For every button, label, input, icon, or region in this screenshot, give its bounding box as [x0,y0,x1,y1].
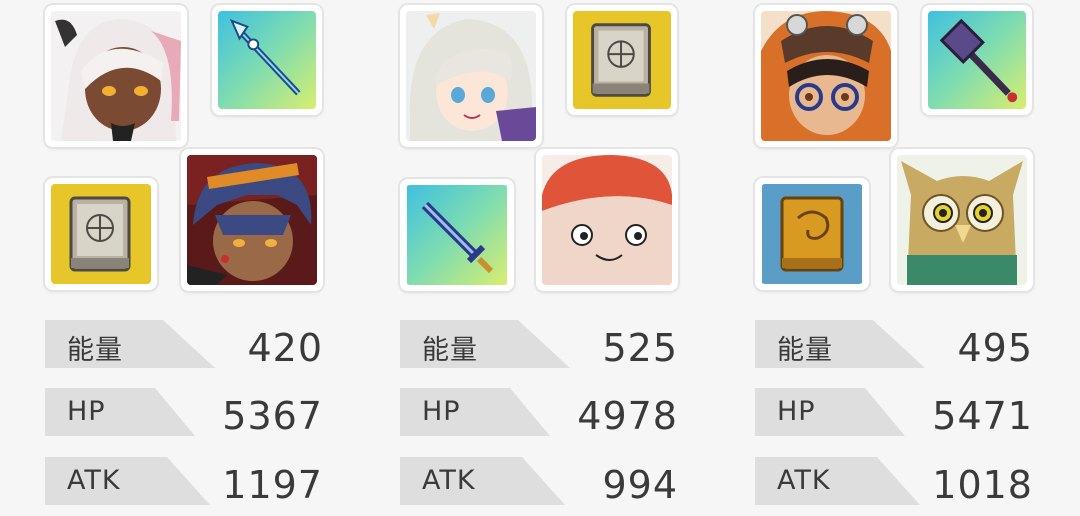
stat-label-bg: HP [45,388,195,436]
sword-icon [407,185,507,285]
mushroom-creature-portrait[interactable] [536,149,678,291]
team-column-1: 能量 420 HP 5367 ATK 1197 [45,0,345,516]
silver-haired-mage-portrait[interactable] [400,5,542,147]
energy-stat-row: 能量 525 [400,320,680,370]
white-haired-girl-portrait[interactable] [45,5,187,147]
stat-label-bg: ATK [755,457,920,505]
stat-label-bg: HP [400,388,550,436]
hp-stat-row: HP 5471 [755,388,1035,438]
stat-label-bg: 能量 [755,320,925,368]
golden-book-item[interactable] [755,178,869,290]
energy-label: 能量 [422,335,478,366]
hp-label: HP [777,396,816,427]
team-column-2: 能量 525 HP 4978 ATK 994 [400,0,700,516]
atk-stat-row: ATK 1197 [45,457,325,507]
hp-value: 4978 [577,394,678,438]
tome-item[interactable] [45,178,157,290]
team-column-3: 能量 495 HP 5471 ATK 1018 [755,0,1055,516]
hammer-icon [928,11,1026,109]
atk-label: ATK [777,465,831,496]
energy-value: 495 [957,326,1033,370]
hp-value: 5367 [222,394,323,438]
hp-stat-row: HP 4978 [400,388,680,438]
silver-haired-mage-icon [406,11,536,141]
mushroom-creature-icon [542,155,672,285]
blue-haired-warrior-portrait[interactable] [181,149,323,291]
tome-icon [573,11,671,109]
hp-label: HP [422,396,461,427]
stat-label-bg: ATK [45,457,210,505]
goggles-boy-icon [761,11,891,141]
blue-haired-warrior-icon [187,155,317,285]
goggles-boy-portrait[interactable] [755,5,897,147]
owl-portrait[interactable] [891,149,1033,291]
stat-label-bg: ATK [400,457,565,505]
owl-icon [897,155,1027,285]
atk-label: ATK [67,465,121,496]
energy-stat-row: 能量 495 [755,320,1035,370]
white-haired-girl-icon [51,11,181,141]
energy-stat-row: 能量 420 [45,320,325,370]
sword-item[interactable] [400,179,514,291]
tome-item[interactable] [567,5,677,115]
energy-value: 525 [602,326,678,370]
golden-book-icon [762,184,862,284]
energy-label: 能量 [67,335,123,366]
atk-value: 1018 [932,463,1033,507]
energy-label: 能量 [777,335,833,366]
hp-value: 5471 [932,394,1033,438]
atk-stat-row: ATK 994 [400,457,680,507]
hammer-item[interactable] [922,5,1032,115]
energy-value: 420 [247,326,323,370]
atk-stat-row: ATK 1018 [755,457,1035,507]
tome-icon [51,184,151,284]
atk-label: ATK [422,465,476,496]
atk-value: 994 [602,463,678,507]
spear-icon [218,11,316,109]
hp-label: HP [67,396,106,427]
stat-label-bg: 能量 [400,320,570,368]
spear-item[interactable] [212,5,322,115]
hp-stat-row: HP 5367 [45,388,325,438]
stat-label-bg: 能量 [45,320,215,368]
stat-label-bg: HP [755,388,905,436]
atk-value: 1197 [222,463,323,507]
